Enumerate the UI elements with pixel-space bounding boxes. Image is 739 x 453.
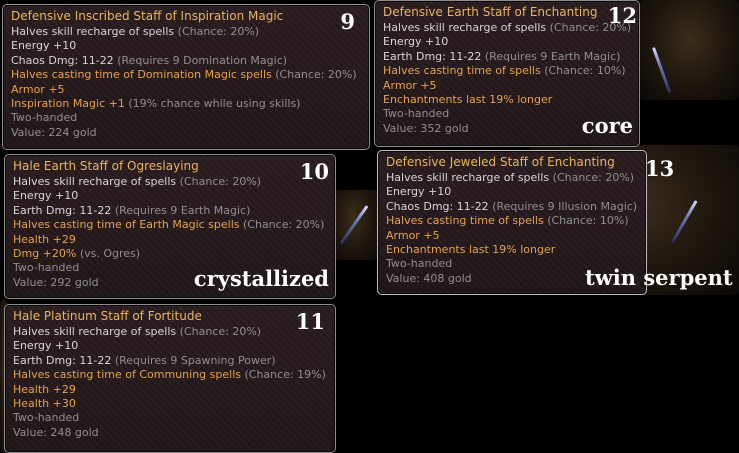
item-property: Health +29 — [13, 382, 76, 396]
item-tooltip-11: Hale Platinum Staff of Fortitude Halves … — [4, 304, 336, 453]
item-property: Armor +5 — [386, 228, 440, 242]
item-property: Dmg +20% (vs. Ogres) — [13, 247, 141, 261]
item-number-label: 9 — [340, 9, 355, 34]
item-property: Enchantments last 19% longer — [386, 243, 556, 257]
item-tooltip-10: Hale Earth Staff of Ogreslaying Halves s… — [4, 154, 336, 299]
item-property: Halves skill recharge of spells (Chance:… — [11, 25, 260, 38]
item-property: Inspiration Magic +1 (19% chance while u… — [11, 97, 301, 111]
item-property: Chaos Dmg: 11-22 (Requires 9 Domination … — [11, 53, 288, 67]
item-name: Defensive Inscribed Staff of Inspiration… — [11, 9, 284, 23]
item-number-label: 11 — [295, 309, 325, 334]
item-property: Health +29 — [13, 232, 76, 246]
staff-caption: crystallized — [193, 266, 329, 291]
item-property: Energy +10 — [11, 39, 77, 53]
staff-caption: twin serpent — [585, 265, 733, 290]
item-property: Armor +5 — [383, 78, 437, 92]
item-property: Earth Dmg: 11-22 (Requires 9 Spawning Po… — [13, 353, 276, 367]
item-property: Halves skill recharge of spells (Chance:… — [13, 325, 262, 338]
item-property: Energy +10 — [13, 189, 79, 203]
item-property: Halves casting time of Communing spells … — [13, 368, 326, 382]
item-property: Energy +10 — [383, 35, 449, 49]
staff-caption: core — [581, 113, 633, 138]
item-property: Enchantments last 19% longer — [383, 93, 553, 107]
item-property: Halves casting time of Domination Magic … — [11, 68, 357, 82]
item-number-label: 10 — [299, 159, 329, 184]
item-property: Halves casting time of Earth Magic spell… — [13, 218, 325, 232]
item-property: Energy +10 — [386, 185, 452, 199]
item-value: Value: 224 gold — [11, 125, 97, 139]
item-property: Earth Dmg: 11-22 (Requires 9 Earth Magic… — [13, 203, 251, 217]
item-number-label: 12 — [607, 3, 637, 28]
item-value: Value: 248 gold — [13, 425, 99, 439]
item-property: Earth Dmg: 11-22 (Requires 9 Earth Magic… — [383, 49, 621, 63]
item-number-label: 13 — [645, 156, 675, 181]
item-property: Health +30 — [13, 397, 76, 411]
item-name: Hale Earth Staff of Ogreslaying — [13, 159, 199, 173]
item-handedness: Two-handed — [11, 111, 78, 125]
item-property: Halves casting time of spells (Chance: 1… — [383, 64, 626, 78]
item-tooltip-12: Defensive Earth Staff of Enchanting Halv… — [374, 0, 640, 147]
item-name: Defensive Jeweled Staff of Enchanting — [386, 155, 615, 169]
item-name: Defensive Earth Staff of Enchanting — [383, 5, 598, 19]
item-handedness: Two-handed — [13, 411, 80, 425]
item-property: Halves casting time of spells (Chance: 1… — [386, 214, 629, 228]
item-property: Armor +5 — [11, 82, 65, 96]
item-property: Halves skill recharge of spells (Chance:… — [383, 21, 632, 34]
item-property: Chaos Dmg: 11-22 (Requires 9 Illusion Ma… — [386, 199, 638, 213]
item-tooltip-9: Defensive Inscribed Staff of Inspiration… — [2, 4, 370, 150]
item-name: Hale Platinum Staff of Fortitude — [13, 309, 202, 323]
item-property: Halves skill recharge of spells (Chance:… — [13, 175, 262, 188]
item-property: Halves skill recharge of spells (Chance:… — [386, 171, 635, 184]
item-property: Energy +10 — [13, 339, 79, 353]
